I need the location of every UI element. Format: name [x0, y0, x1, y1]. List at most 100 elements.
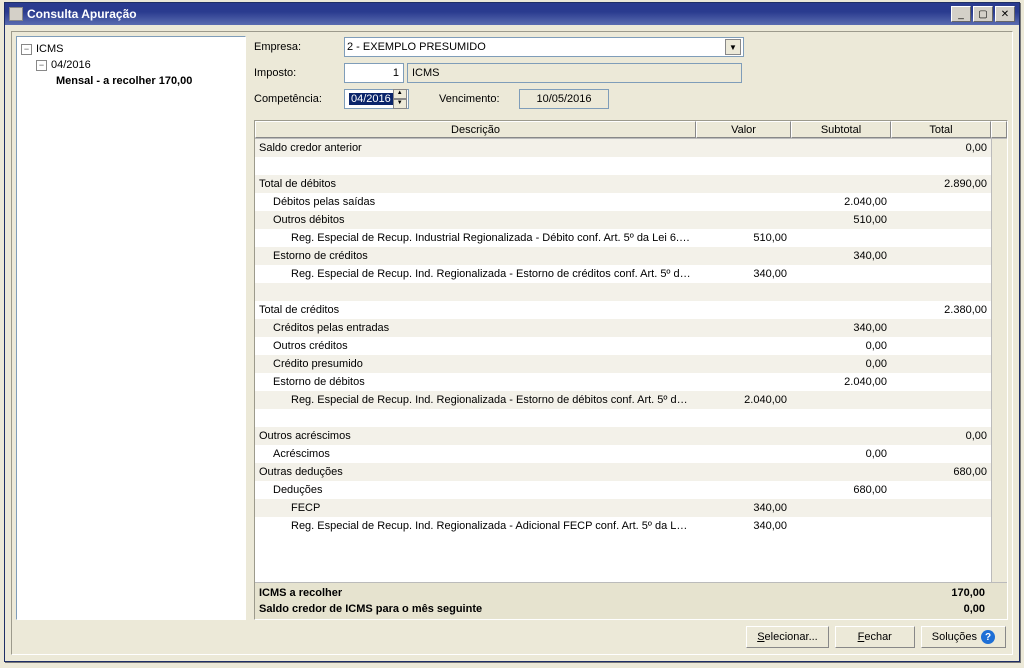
table-row[interactable]: Estorno de débitos 2.040,00 [255, 373, 1007, 391]
cell-descricao: Estorno de créditos [255, 250, 696, 262]
cell-descricao: Saldo credor anterior [255, 142, 696, 154]
table-row[interactable] [255, 283, 1007, 301]
right-panel: Empresa: 2 - EXEMPLO PRESUMIDO ▼ Imposto… [254, 36, 1008, 620]
maximize-button[interactable]: ▢ [973, 6, 993, 22]
col-descricao[interactable]: Descrição [255, 121, 696, 138]
cell-subtotal: 2.040,00 [791, 376, 891, 388]
competencia-value: 04/2016 [349, 93, 393, 105]
table-row[interactable]: Reg. Especial de Recup. Ind. Regionaliza… [255, 391, 1007, 409]
cell-valor: 2.040,00 [696, 394, 791, 406]
cell-descricao: Débitos pelas saídas [255, 196, 696, 208]
cell-total: 680,00 [891, 466, 991, 478]
cell-descricao: Outros acréscimos [255, 430, 696, 442]
imposto-code: 1 [393, 67, 399, 79]
cell-descricao: Reg. Especial de Recup. Industrial Regio… [255, 232, 696, 244]
cell-total: 0,00 [891, 142, 991, 154]
table-row[interactable] [255, 409, 1007, 427]
fechar-button[interactable]: Fechar [835, 626, 915, 648]
col-subtotal[interactable]: Subtotal [791, 121, 891, 138]
empresa-value: 2 - EXEMPLO PRESUMIDO [347, 41, 486, 53]
cell-subtotal: 0,00 [791, 358, 891, 370]
cell-subtotal: 340,00 [791, 322, 891, 334]
selecionar-button[interactable]: Selecionar... [746, 626, 829, 648]
table-header: Descrição Valor Subtotal Total [255, 121, 1007, 139]
cell-descricao: Acréscimos [255, 448, 696, 460]
minimize-button[interactable]: _ [951, 6, 971, 22]
cell-valor: 510,00 [696, 232, 791, 244]
collapse-icon[interactable]: − [36, 60, 47, 71]
cell-descricao: Estorno de débitos [255, 376, 696, 388]
cell-descricao: Reg. Especial de Recup. Ind. Regionaliza… [255, 520, 696, 532]
cell-total: 0,00 [891, 430, 991, 442]
close-button[interactable]: ✕ [995, 6, 1015, 22]
cell-descricao: Créditos pelas entradas [255, 322, 696, 334]
solucoes-button[interactable]: Soluções ? [921, 626, 1006, 648]
competencia-spinner[interactable]: ▲ ▼ [393, 89, 407, 109]
cell-subtotal: 680,00 [791, 484, 891, 496]
table-row[interactable]: Outros débitos 510,00 [255, 211, 1007, 229]
table-row[interactable]: FECP340,00 [255, 499, 1007, 517]
table-row[interactable] [255, 157, 1007, 175]
cell-descricao: Deduções [255, 484, 696, 496]
empresa-dropdown[interactable]: 2 - EXEMPLO PRESUMIDO ▼ [344, 37, 744, 57]
titlebar: Consulta Apuração _ ▢ ✕ [5, 3, 1019, 25]
cell-subtotal: 510,00 [791, 214, 891, 226]
competencia-input[interactable]: 04/2016 ▲ ▼ [344, 89, 409, 109]
tree-root-label: ICMS [36, 43, 64, 55]
table-row[interactable]: Outras deduções680,00 [255, 463, 1007, 481]
table-row[interactable]: Acréscimos0,00 [255, 445, 1007, 463]
imposto-code-input[interactable]: 1 [344, 63, 404, 83]
button-bar: Selecionar... Fechar Soluções ? [16, 620, 1008, 650]
table-row[interactable]: Saldo credor anterior 0,00 [255, 139, 1007, 157]
col-total[interactable]: Total [891, 121, 991, 138]
cell-descricao: Crédito presumido [255, 358, 696, 370]
tree-period[interactable]: −04/2016 [36, 57, 241, 73]
spin-up-icon[interactable]: ▲ [393, 89, 407, 99]
vencimento-label: Vencimento: [439, 93, 519, 105]
table-row[interactable]: Crédito presumido 0,00 [255, 355, 1007, 373]
tree-leaf[interactable]: Mensal - a recolher 170,00 [56, 73, 241, 89]
footer-line2-label: Saldo credor de ICMS para o mês seguinte [259, 603, 903, 615]
cell-descricao: Outros débitos [255, 214, 696, 226]
table-row[interactable]: Créditos pelas entradas 340,00 [255, 319, 1007, 337]
cell-subtotal: 2.040,00 [791, 196, 891, 208]
table-row[interactable]: Outros créditos 0,00 [255, 337, 1007, 355]
collapse-icon[interactable]: − [21, 44, 32, 55]
tree-leaf-label: Mensal - a recolher 170,00 [56, 75, 192, 87]
col-scroll-spacer [991, 121, 1007, 138]
table-row[interactable]: Reg. Especial de Recup. Ind. Regionaliza… [255, 265, 1007, 283]
table-row[interactable]: Débitos pelas saídas 2.040,00 [255, 193, 1007, 211]
cell-total: 2.890,00 [891, 178, 991, 190]
apuracao-table: Descrição Valor Subtotal Total Saldo cre… [254, 120, 1008, 620]
imposto-name: ICMS [412, 67, 440, 79]
app-icon [9, 7, 23, 21]
footer-line1-value: 170,00 [903, 587, 1003, 599]
empresa-label: Empresa: [254, 41, 344, 53]
table-row[interactable]: Reg. Especial de Recup. Industrial Regio… [255, 229, 1007, 247]
help-icon: ? [981, 630, 995, 644]
cell-descricao: Outros créditos [255, 340, 696, 352]
table-body[interactable]: Saldo credor anterior 0,00 Total de débito… [255, 139, 1007, 582]
cell-descricao: Reg. Especial de Recup. Ind. Regionaliza… [255, 394, 696, 406]
footer-line2-value: 0,00 [903, 603, 1003, 615]
chevron-down-icon[interactable]: ▼ [725, 39, 741, 55]
tree-root[interactable]: −ICMS [21, 41, 241, 57]
tree-panel[interactable]: −ICMS −04/2016 Mensal - a recolher 170,0… [16, 36, 246, 620]
table-row[interactable]: Estorno de créditos340,00 [255, 247, 1007, 265]
table-row[interactable]: Total de débitos 2.890,00 [255, 175, 1007, 193]
inner-frame: −ICMS −04/2016 Mensal - a recolher 170,0… [11, 31, 1013, 655]
cell-subtotal: 0,00 [791, 340, 891, 352]
window-title: Consulta Apuração [27, 7, 137, 21]
cell-descricao: Total de débitos [255, 178, 696, 190]
table-row[interactable]: Reg. Especial de Recup. Ind. Regionaliza… [255, 517, 1007, 535]
imposto-name-display: ICMS [407, 63, 742, 83]
col-valor[interactable]: Valor [696, 121, 791, 138]
table-row[interactable]: Outros acréscimos 0,00 [255, 427, 1007, 445]
table-row[interactable]: Deduções 680,00 [255, 481, 1007, 499]
spin-down-icon[interactable]: ▼ [393, 99, 407, 109]
table-row[interactable]: Total de créditos2.380,00 [255, 301, 1007, 319]
table-footer: ICMS a recolher 170,00 Saldo credor de I… [255, 582, 1007, 619]
cell-descricao: Total de créditos [255, 304, 696, 316]
vencimento-value: 10/05/2016 [536, 93, 591, 105]
vertical-scrollbar[interactable] [991, 139, 1007, 582]
